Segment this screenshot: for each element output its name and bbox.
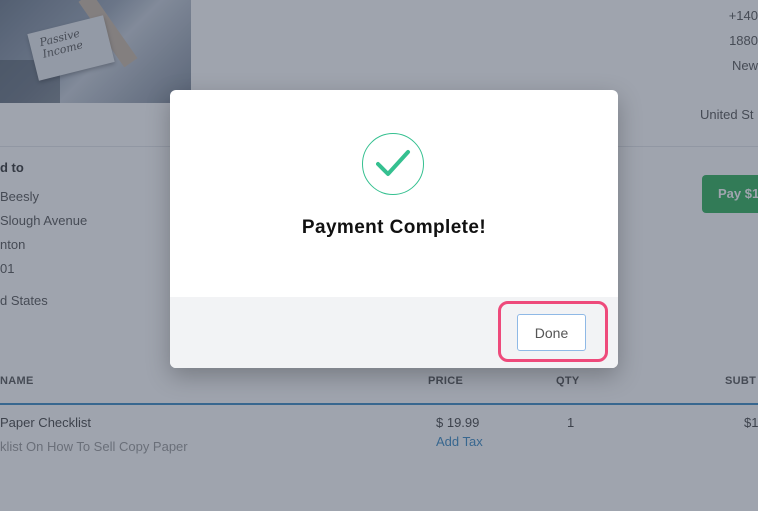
check-circle-icon <box>362 133 424 195</box>
dialog-title: Payment Complete! <box>301 217 487 238</box>
done-button-highlight <box>498 301 608 362</box>
